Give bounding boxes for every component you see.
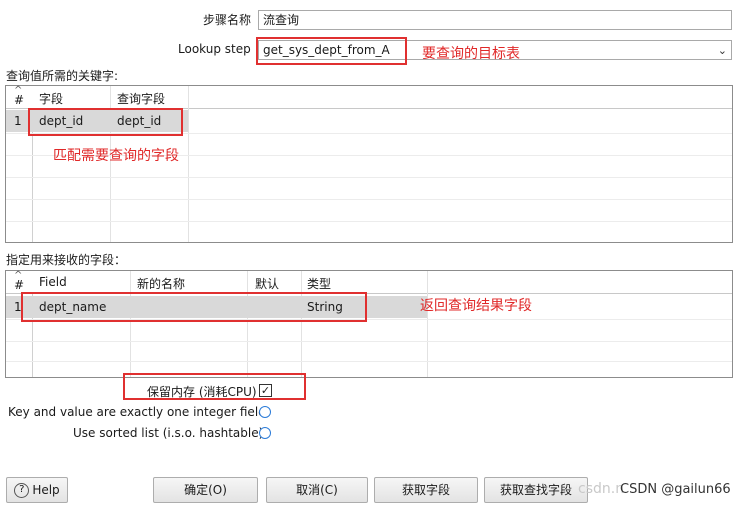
annotation-match-fields: 匹配需要查询的字段	[53, 148, 179, 164]
cancel-button[interactable]: 取消(C)	[266, 477, 368, 503]
row-divider	[6, 361, 732, 362]
checkmark-icon: ✓	[260, 384, 271, 397]
step-name-label: 步骤名称	[203, 13, 252, 27]
lookup-step-label: Lookup step	[178, 42, 251, 56]
col-header-num[interactable]: #	[14, 278, 24, 292]
watermark-faint: csdn.n	[578, 481, 625, 497]
annotation-target-table: 要查询的目标表	[422, 46, 520, 62]
col-header-field[interactable]: Field	[39, 275, 67, 289]
help-button-label: Help	[32, 483, 60, 497]
integer-key-label: Key and value are exactly one integer fi…	[8, 405, 266, 419]
col-header-lookup-field[interactable]: 查询字段	[117, 90, 165, 107]
col-separator	[188, 86, 189, 242]
col-header-default[interactable]: 默认	[255, 275, 279, 292]
sorted-list-label: Use sorted list (i.s.o. hashtable)	[73, 426, 264, 440]
chevron-down-icon[interactable]: ⌄	[718, 42, 727, 59]
keys-section-title: 查询值所需的关键字:	[6, 69, 119, 83]
row-divider	[6, 199, 732, 200]
watermark: CSDN @gailun66	[620, 482, 731, 497]
annotation-box-lookup-step	[256, 37, 407, 65]
help-button[interactable]: ? Help	[6, 477, 68, 503]
preserve-memory-label: 保留内存 (消耗CPU)	[147, 385, 257, 399]
help-icon: ?	[14, 483, 30, 498]
annotation-return-fields: 返回查询结果字段	[420, 298, 532, 314]
annotation-box-key-fields	[28, 108, 183, 136]
ok-button[interactable]: 确定(O)	[153, 477, 258, 503]
keys-table-header: ^ # 字段 查询字段	[6, 85, 732, 109]
preserve-memory-checkbox[interactable]: ✓	[259, 384, 272, 397]
col-header-new-name[interactable]: 新的名称	[137, 275, 185, 292]
receive-table[interactable]: ^ # Field 新的名称 默认 类型 1 dept_name String	[5, 270, 733, 378]
row-divider	[6, 221, 732, 222]
col-header-type[interactable]: 类型	[307, 275, 331, 292]
col-header-num[interactable]: #	[14, 93, 24, 107]
receive-section-title: 指定用来接收的字段：	[6, 253, 127, 267]
col-header-field[interactable]: 字段	[39, 90, 63, 107]
annotation-box-return-fields	[21, 292, 367, 322]
get-lookup-fields-button[interactable]: 获取查找字段	[484, 477, 588, 503]
step-name-input[interactable]: 流查询	[258, 10, 732, 30]
sorted-list-radio[interactable]	[259, 427, 271, 439]
get-fields-button[interactable]: 获取字段	[374, 477, 478, 503]
row-divider	[6, 177, 732, 178]
receive-table-header: ^ # Field 新的名称 默认 类型	[6, 270, 732, 294]
row-num: 1	[14, 114, 22, 128]
integer-key-radio[interactable]	[259, 406, 271, 418]
row-divider	[6, 341, 732, 342]
